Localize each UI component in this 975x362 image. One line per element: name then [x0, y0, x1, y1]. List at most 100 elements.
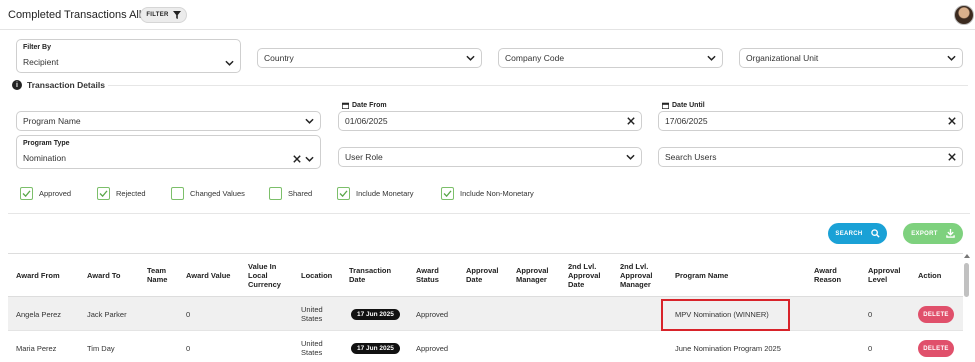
- calendar-icon: [342, 102, 349, 109]
- cell-program-name: June Nomination Program 2025: [675, 344, 781, 353]
- chevron-down-icon: [626, 153, 635, 162]
- chevron-down-icon: [947, 54, 956, 63]
- table-scrollbar[interactable]: [963, 253, 971, 362]
- delete-button[interactable]: DELETE: [918, 306, 954, 323]
- org-unit-placeholder: Organizational Unit: [746, 53, 819, 63]
- program-name-select[interactable]: Program Name: [16, 111, 321, 131]
- col-approval-manager[interactable]: Approval Manager: [516, 266, 556, 284]
- cell-award-to: Tim Day: [87, 344, 115, 353]
- col-transaction-date[interactable]: Transaction Date: [349, 266, 399, 284]
- clear-icon[interactable]: [626, 117, 635, 126]
- checkbox-box[interactable]: [441, 187, 454, 200]
- checkbox-changed-values[interactable]: Changed Values: [171, 187, 245, 200]
- filter-label: FILTER: [146, 12, 169, 18]
- chevron-down-icon: [707, 54, 716, 63]
- checkbox-box[interactable]: [269, 187, 282, 200]
- col-location[interactable]: Location: [301, 271, 332, 280]
- cell-award-from: Maria Perez: [16, 344, 57, 353]
- program-type-select[interactable]: Program Type Nomination: [16, 135, 321, 169]
- org-unit-select[interactable]: Organizational Unit: [739, 48, 963, 68]
- date-until-input[interactable]: 17/06/2025: [658, 111, 963, 131]
- date-from-label-wrap: Date From: [342, 102, 387, 109]
- delete-button[interactable]: DELETE: [918, 340, 954, 357]
- checkbox-rejected[interactable]: Rejected: [97, 187, 146, 200]
- scroll-thumb[interactable]: [964, 263, 969, 297]
- col-2nd-lvl-manager[interactable]: 2nd Lvl. Approval Manager: [620, 262, 660, 289]
- cell-location: United States: [301, 339, 323, 357]
- clear-icon[interactable]: [947, 117, 956, 126]
- search-icon: [870, 229, 880, 238]
- chevron-down-icon: [466, 54, 475, 63]
- checkbox-label: Include Non-Monetary: [460, 189, 534, 198]
- col-award-from[interactable]: Award From: [16, 271, 60, 280]
- col-award-status[interactable]: Award Status: [416, 266, 448, 284]
- page-title: Completed Transactions All: [8, 9, 142, 21]
- date-from-value: 01/06/2025: [345, 116, 388, 126]
- avatar[interactable]: [954, 5, 974, 25]
- date-until-label-wrap: Date Until: [662, 102, 705, 109]
- transaction-date-badge: 17 Jun 2025: [351, 343, 400, 354]
- checkbox-box[interactable]: [171, 187, 184, 200]
- search-users-input[interactable]: Search Users: [658, 147, 963, 167]
- col-award-reason[interactable]: Award Reason: [814, 266, 846, 284]
- clear-icon[interactable]: [292, 154, 301, 163]
- col-program-name[interactable]: Program Name: [675, 271, 728, 280]
- col-team-name[interactable]: Team Name: [147, 266, 179, 284]
- col-approval-level[interactable]: Approval Level: [868, 266, 908, 284]
- search-label: SEARCH: [835, 230, 863, 237]
- cell-award-status: Approved: [416, 344, 449, 353]
- scroll-up-icon[interactable]: [964, 254, 970, 258]
- col-action[interactable]: Action: [918, 271, 941, 280]
- date-from-input[interactable]: 01/06/2025: [338, 111, 642, 131]
- checkbox-label: Shared: [288, 189, 313, 198]
- table-row: Maria Perez Tim Day 0 United States 17 J…: [8, 331, 963, 362]
- export-button[interactable]: EXPORT: [903, 223, 963, 244]
- chevron-down-icon: [305, 117, 314, 126]
- search-button[interactable]: SEARCH: [828, 223, 887, 244]
- filter-by-label: Filter By: [23, 44, 52, 51]
- checkbox-approved[interactable]: Approved: [20, 187, 71, 200]
- cell-approval-level: 0: [868, 310, 873, 319]
- checkbox-include-non-monetary[interactable]: Include Non-Monetary: [441, 187, 534, 200]
- checkbox-label: Include Monetary: [356, 189, 414, 198]
- clear-icon[interactable]: [947, 153, 956, 162]
- cell-award-status: Approved: [416, 310, 449, 319]
- col-value-local[interactable]: Value In Local Currency: [248, 262, 290, 289]
- col-2nd-lvl-date[interactable]: 2nd Lvl. Approval Date: [568, 262, 608, 289]
- checkbox-box[interactable]: [20, 187, 33, 200]
- cell-award-value: 0: [186, 310, 191, 319]
- col-approval-date[interactable]: Approval Date: [466, 266, 506, 284]
- check-icon: [443, 190, 452, 197]
- download-icon: [945, 229, 955, 238]
- search-users-placeholder: Search Users: [665, 152, 717, 162]
- cell-location: United States: [301, 305, 323, 323]
- filter-by-select[interactable]: Filter By Recipient: [16, 39, 241, 73]
- program-name-highlight: [661, 299, 790, 331]
- export-label: EXPORT: [911, 230, 938, 237]
- company-code-select[interactable]: Company Code: [498, 48, 723, 68]
- calendar-icon: [662, 102, 669, 109]
- filter-button[interactable]: FILTER: [140, 7, 187, 23]
- company-code-placeholder: Company Code: [505, 53, 565, 63]
- date-from-label: Date From: [352, 102, 387, 109]
- program-type-label: Program Type: [23, 140, 70, 147]
- checkbox-box[interactable]: [337, 187, 350, 200]
- col-award-to[interactable]: Award To: [87, 271, 120, 280]
- checkbox-box[interactable]: [97, 187, 110, 200]
- cell-award-from: Angela Perez: [16, 310, 62, 319]
- checkbox-label: Rejected: [116, 189, 146, 198]
- checkbox-include-monetary[interactable]: Include Monetary: [337, 187, 414, 200]
- program-type-value: Nomination: [23, 153, 66, 163]
- user-role-select[interactable]: User Role: [338, 147, 642, 167]
- filter-by-value: Recipient: [23, 57, 59, 67]
- user-role-placeholder: User Role: [345, 152, 383, 162]
- col-award-value[interactable]: Award Value: [186, 271, 230, 280]
- checkbox-shared[interactable]: Shared: [269, 187, 312, 200]
- funnel-icon: [172, 11, 181, 19]
- date-until-label: Date Until: [672, 102, 705, 109]
- date-until-value: 17/06/2025: [665, 116, 708, 126]
- checkbox-label: Approved: [39, 189, 72, 198]
- cell-award-to: Jack Parker: [87, 310, 127, 319]
- country-select[interactable]: Country: [257, 48, 482, 68]
- cell-approval-level: 0: [868, 344, 873, 353]
